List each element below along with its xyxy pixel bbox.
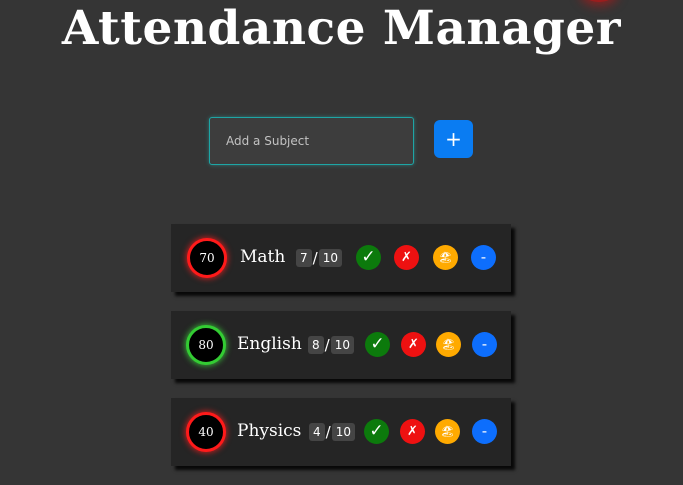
- attended-count: 4: [309, 423, 325, 441]
- total-count: 10: [331, 423, 355, 441]
- remove-subject-button[interactable]: -: [471, 245, 496, 270]
- mark-leave-button[interactable]: 🏖: [435, 419, 460, 444]
- attendance-percent-ring: 40: [186, 412, 226, 452]
- attendance-percent-ring: 80: [186, 325, 226, 365]
- add-subject-button[interactable]: +: [434, 120, 473, 158]
- mark-present-button[interactable]: ✓: [356, 245, 381, 270]
- page-title: Attendance Manager: [61, 1, 622, 56]
- mark-present-button[interactable]: ✓: [365, 332, 390, 357]
- attendance-percent-ring: 70: [187, 238, 227, 278]
- total-count: 10: [318, 249, 342, 267]
- attended-count: 7: [296, 249, 312, 267]
- mark-absent-button[interactable]: ✗: [401, 332, 426, 357]
- attendance-count: 8 / 10: [308, 336, 354, 354]
- attendance-count: 7 / 10: [296, 249, 342, 267]
- subject-name: Physics: [237, 421, 302, 441]
- subject-name: English: [237, 334, 302, 354]
- mark-present-button[interactable]: ✓: [364, 419, 389, 444]
- count-separator: /: [325, 423, 331, 441]
- count-separator: /: [312, 249, 318, 267]
- attendance-count: 4 / 10: [309, 423, 355, 441]
- mark-leave-button[interactable]: 🏖: [436, 332, 461, 357]
- subject-card-english: 80 English 8 / 10 ✓ ✗ 🏖 -: [171, 311, 511, 379]
- total-count: 10: [330, 336, 354, 354]
- remove-subject-button[interactable]: -: [472, 419, 497, 444]
- mark-absent-button[interactable]: ✗: [400, 419, 425, 444]
- subject-input[interactable]: [209, 117, 414, 165]
- mark-leave-button[interactable]: 🏖: [433, 245, 458, 270]
- mark-absent-button[interactable]: ✗: [394, 245, 419, 270]
- subject-card-physics: 40 Physics 4 / 10 ✓ ✗ 🏖 -: [171, 398, 511, 466]
- count-separator: /: [324, 336, 330, 354]
- remove-subject-button[interactable]: -: [472, 332, 497, 357]
- subject-card-math: 70 Math 7 / 10 ✓ ✗ 🏖 -: [171, 224, 511, 292]
- attended-count: 8: [308, 336, 324, 354]
- subject-name: Math: [240, 247, 286, 267]
